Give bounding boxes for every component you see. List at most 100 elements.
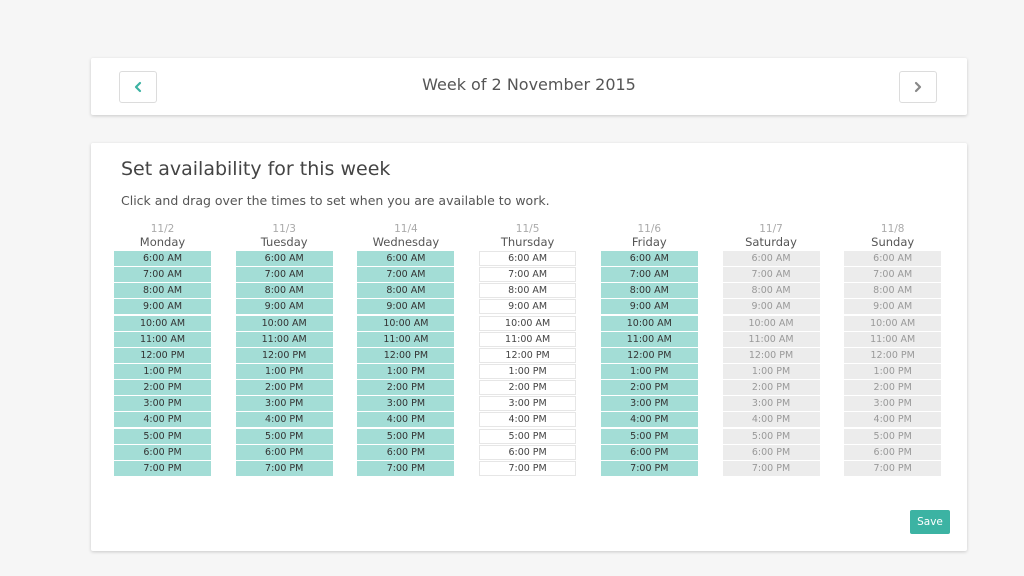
time-slot[interactable]: 6:00 PM [479, 444, 577, 460]
time-slot[interactable]: 8:00 AM [357, 283, 455, 299]
time-slot[interactable]: 4:00 PM [357, 412, 455, 428]
time-slot: 7:00 AM [844, 267, 942, 283]
next-week-button[interactable] [899, 71, 937, 103]
chevron-right-icon [914, 81, 922, 93]
time-slot[interactable]: 10:00 AM [479, 315, 577, 331]
time-slot[interactable]: 2:00 PM [357, 380, 455, 396]
time-slot: 2:00 PM [722, 380, 820, 396]
time-slot[interactable]: 8:00 AM [600, 283, 698, 299]
time-slot: 1:00 PM [844, 363, 942, 379]
day-name: Tuesday [260, 235, 308, 249]
time-slot[interactable]: 11:00 AM [235, 331, 333, 347]
time-slot: 10:00 AM [844, 315, 942, 331]
time-slot[interactable]: 3:00 PM [357, 396, 455, 412]
day-column-sunday: 11/8 Sunday 6:00 AM 7:00 AM 8:00 AM 9:00 AM 10… [844, 223, 942, 477]
time-slot[interactable]: 1:00 PM [235, 363, 333, 379]
time-slot[interactable]: 5:00 PM [235, 428, 333, 444]
time-slot[interactable]: 2:00 PM [479, 380, 577, 396]
time-slot[interactable]: 10:00 AM [114, 315, 211, 331]
time-slot: 8:00 AM [722, 283, 820, 299]
day-date: 11/3 [272, 223, 296, 235]
time-slot[interactable]: 3:00 PM [114, 396, 211, 412]
time-slot[interactable]: 9:00 AM [235, 299, 333, 315]
time-slot: 7:00 PM [844, 460, 942, 476]
time-slot[interactable]: 8:00 AM [479, 283, 577, 299]
day-name: Friday [631, 235, 667, 249]
time-slot[interactable]: 11:00 AM [600, 331, 698, 347]
time-slot[interactable]: 2:00 PM [114, 380, 211, 396]
time-slot[interactable]: 4:00 PM [479, 412, 577, 428]
time-slot: 5:00 PM [844, 428, 942, 444]
time-slot: 3:00 PM [722, 396, 820, 412]
time-slot[interactable]: 6:00 AM [479, 251, 577, 266]
time-slot[interactable]: 6:00 PM [235, 444, 333, 460]
time-slot[interactable]: 3:00 PM [600, 396, 698, 412]
time-slot[interactable]: 1:00 PM [600, 363, 698, 379]
time-slot[interactable]: 7:00 AM [479, 267, 577, 283]
time-slot[interactable]: 7:00 PM [357, 460, 455, 476]
time-slot[interactable]: 10:00 AM [235, 315, 333, 331]
time-slot: 6:00 PM [722, 444, 820, 460]
time-slot[interactable]: 12:00 PM [600, 347, 698, 363]
time-slot[interactable]: 7:00 AM [114, 267, 211, 283]
time-slot[interactable]: 9:00 AM [357, 299, 455, 315]
time-slot[interactable]: 2:00 PM [600, 380, 698, 396]
day-column-wednesday: 11/4 Wednesday 6:00 AM 7:00 AM 8:00 AM 9:00 A… [357, 223, 455, 477]
time-slot[interactable]: 9:00 AM [479, 299, 577, 315]
time-slot: 1:00 PM [722, 363, 820, 379]
time-slot[interactable]: 10:00 AM [357, 315, 455, 331]
time-slot[interactable]: 11:00 AM [479, 331, 577, 347]
time-slot[interactable]: 6:00 AM [357, 251, 455, 266]
time-slot[interactable]: 12:00 PM [357, 347, 455, 363]
time-slot[interactable]: 6:00 PM [600, 444, 698, 460]
week-title: Week of 2 November 2015 [422, 75, 636, 94]
day-date: 11/4 [394, 223, 418, 235]
time-slot[interactable]: 3:00 PM [235, 396, 333, 412]
time-slot[interactable]: 8:00 AM [114, 283, 211, 299]
day-column-friday: 11/6 Friday 6:00 AM 7:00 AM 8:00 AM 9:00 AM 10… [600, 223, 698, 477]
time-slot[interactable]: 1:00 PM [479, 363, 577, 379]
time-slot[interactable]: 7:00 PM [479, 460, 577, 476]
time-slot[interactable]: 11:00 AM [114, 331, 211, 347]
time-slot[interactable]: 6:00 PM [114, 444, 211, 460]
time-slot[interactable]: 4:00 PM [114, 412, 211, 428]
time-slot[interactable]: 7:00 AM [235, 267, 333, 283]
time-slot: 4:00 PM [844, 412, 942, 428]
time-slot[interactable]: 8:00 AM [235, 283, 333, 299]
day-name: Thursday [500, 235, 555, 249]
time-slot[interactable]: 5:00 PM [357, 428, 455, 444]
time-slot[interactable]: 2:00 PM [235, 380, 333, 396]
day-column-thursday: 11/5 Thursday 6:00 AM 7:00 AM 8:00 AM 9:00 AM… [479, 223, 577, 477]
time-slot[interactable]: 1:00 PM [357, 363, 455, 379]
day-column-tuesday: 11/3 Tuesday 6:00 AM 7:00 AM 8:00 AM 9:00 AM 1… [235, 223, 333, 477]
day-column-saturday: 11/7 Saturday 6:00 AM 7:00 AM 8:00 AM 9:00 AM… [722, 223, 820, 477]
time-slot[interactable]: 1:00 PM [114, 363, 211, 379]
time-slot[interactable]: 5:00 PM [479, 428, 577, 444]
time-slot[interactable]: 5:00 PM [114, 428, 211, 444]
time-slot[interactable]: 12:00 PM [479, 347, 577, 363]
time-slot[interactable]: 6:00 AM [235, 251, 333, 266]
time-slot[interactable]: 7:00 AM [600, 267, 698, 283]
time-slot[interactable]: 7:00 PM [600, 460, 698, 476]
time-slot[interactable]: 7:00 PM [114, 460, 211, 476]
time-slot[interactable]: 11:00 AM [357, 331, 455, 347]
day-date: 11/7 [759, 223, 783, 235]
time-slot[interactable]: 3:00 PM [479, 396, 577, 412]
time-slot[interactable]: 9:00 AM [600, 299, 698, 315]
time-slot[interactable]: 10:00 AM [600, 315, 698, 331]
time-slot: 3:00 PM [844, 396, 942, 412]
time-slot[interactable]: 12:00 PM [114, 347, 211, 363]
time-slot[interactable]: 4:00 PM [235, 412, 333, 428]
time-slot[interactable]: 6:00 AM [600, 251, 698, 266]
time-slot: 4:00 PM [722, 412, 820, 428]
save-button[interactable]: Save [910, 510, 950, 534]
time-slot[interactable]: 7:00 AM [357, 267, 455, 283]
time-slot[interactable]: 6:00 AM [114, 251, 211, 266]
time-slot[interactable]: 4:00 PM [600, 412, 698, 428]
time-slot: 10:00 AM [722, 315, 820, 331]
time-slot[interactable]: 7:00 PM [235, 460, 333, 476]
time-slot[interactable]: 12:00 PM [235, 347, 333, 363]
time-slot[interactable]: 5:00 PM [600, 428, 698, 444]
time-slot[interactable]: 9:00 AM [114, 299, 211, 315]
time-slot[interactable]: 6:00 PM [357, 444, 455, 460]
